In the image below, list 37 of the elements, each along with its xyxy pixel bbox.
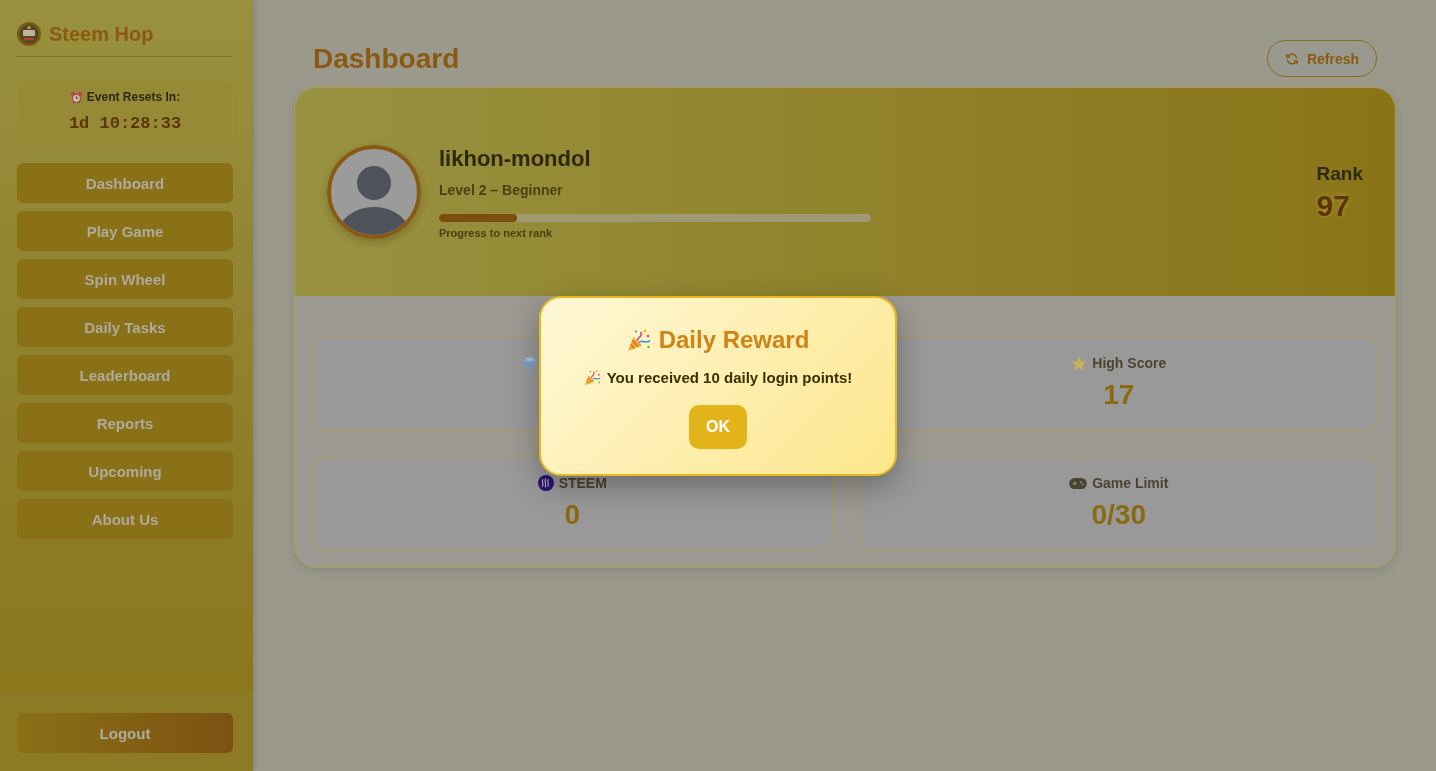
star-icon bbox=[1071, 355, 1088, 371]
sidebar-nav-button[interactable]: About Us bbox=[17, 499, 233, 539]
stat-value: 0 bbox=[564, 498, 581, 532]
ok-button[interactable]: OK bbox=[689, 404, 747, 449]
logo-icon bbox=[17, 22, 41, 46]
logout-button[interactable]: Logout bbox=[17, 713, 233, 753]
rank-label: Rank bbox=[1316, 161, 1363, 186]
countdown-label: Event Resets In: bbox=[86, 90, 181, 105]
username: likhon-mondol bbox=[439, 144, 592, 173]
refresh-button[interactable]: Refresh bbox=[1267, 40, 1377, 77]
stat-value: 0/30 bbox=[1091, 498, 1146, 532]
party-popper-icon bbox=[583, 369, 601, 386]
sidebar-nav-button[interactable]: Daily Tasks bbox=[17, 307, 233, 347]
dialog-message: You received 10 daily login points! bbox=[606, 367, 853, 388]
party-popper-icon bbox=[626, 327, 651, 352]
level-text: Level 2 – Beginner bbox=[439, 180, 564, 199]
sidebar-nav-button[interactable]: Reports bbox=[17, 403, 233, 443]
countdown-timer: 1d 10:28:33 bbox=[68, 113, 182, 135]
alarm-clock-icon bbox=[69, 91, 83, 104]
stat-label: Game Limit bbox=[1092, 474, 1169, 492]
stat-label: High Score bbox=[1092, 354, 1167, 372]
sidebar-nav-button[interactable]: Upcoming bbox=[17, 451, 233, 491]
sidebar-nav-button[interactable]: Spin Wheel bbox=[17, 259, 233, 299]
sidebar-nav-button[interactable]: Leaderboard bbox=[17, 355, 233, 395]
progress-caption: Progress to next rank bbox=[439, 225, 554, 240]
stat-label: STEEM bbox=[558, 474, 607, 492]
stat-value: 17 bbox=[1103, 378, 1135, 412]
page-title: Dashboard bbox=[313, 41, 460, 76]
gamepad-icon bbox=[1069, 477, 1088, 489]
dialog-title: Daily Reward bbox=[658, 324, 810, 355]
avatar-icon bbox=[327, 145, 421, 239]
steem-logo-icon bbox=[537, 475, 554, 491]
sidebar-nav-button[interactable]: Play Game bbox=[17, 211, 233, 251]
rank-value: 97 bbox=[1316, 188, 1350, 223]
refresh-icon bbox=[1284, 51, 1299, 66]
sidebar-nav-button[interactable]: Dashboard bbox=[17, 163, 233, 203]
gem-icon bbox=[521, 356, 538, 370]
